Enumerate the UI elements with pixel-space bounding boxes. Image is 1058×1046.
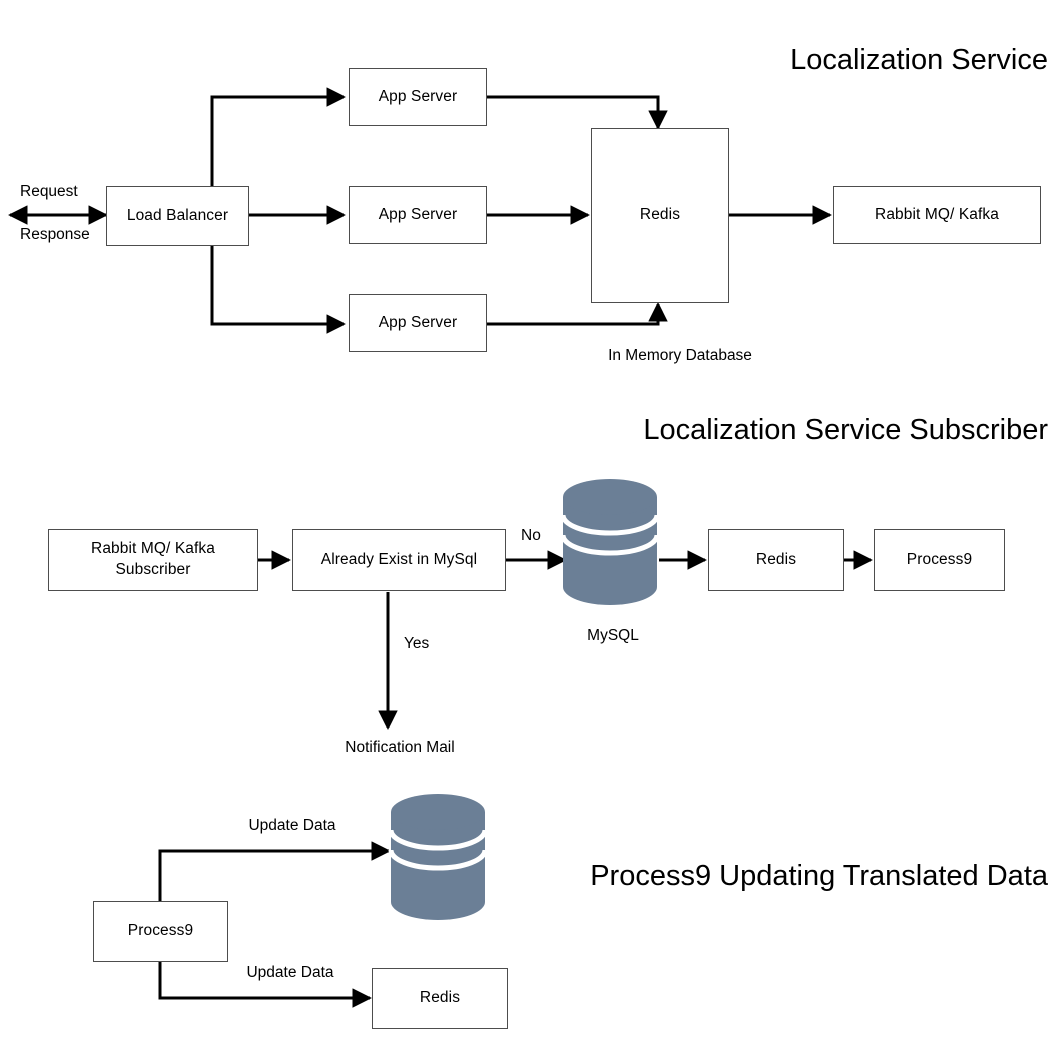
database-cylinder-mysql-label: MySQL [587, 627, 639, 644]
node-redis-cache[interactable]: Redis [591, 128, 729, 303]
annotation-in-memory-database: In Memory Database [608, 347, 752, 364]
node-app-server-1[interactable]: App Server [349, 68, 487, 126]
section-title-localization-service-subscriber: Localization Service Subscriber [643, 414, 1048, 446]
edge-appserver1-to-redis [487, 95, 668, 130]
node-update-redis-label: Redis [419, 989, 461, 1007]
node-subscriber-process9-label: Process9 [906, 550, 973, 568]
edge-label-no: No [521, 527, 541, 544]
edge-label-yes: Yes [404, 635, 430, 652]
node-rabbitmq-kafka-subscriber-label-line1: Rabbit MQ/ Kafka [91, 540, 215, 558]
database-cylinder-mysql-update-shape [388, 794, 488, 920]
node-update-process9-label: Process9 [127, 922, 194, 940]
node-load-balancer[interactable]: Load Balancer [106, 186, 249, 246]
node-subscriber-redis[interactable]: Redis [708, 529, 844, 591]
node-app-server-3[interactable]: App Server [349, 294, 487, 352]
node-app-server-2[interactable]: App Server [349, 186, 487, 244]
node-app-server-2-label: App Server [378, 205, 458, 223]
annotation-notification-mail: Notification Mail [345, 739, 455, 756]
node-rabbitmq-kafka-label: Rabbit MQ/ Kafka [875, 205, 999, 223]
node-rabbitmq-kafka-subscriber[interactable]: Rabbit MQ/ Kafka Subscriber [48, 529, 258, 591]
diagram-canvas: Localization Service Request Response Lo… [0, 0, 1058, 1046]
database-cylinder-mysql-update [387, 792, 489, 922]
database-cylinder-mysql [559, 477, 661, 607]
edge-label-update-data-top: Update Data [248, 817, 336, 834]
edge-lb-to-appserver3 [210, 245, 346, 334]
node-update-process9[interactable]: Process9 [93, 901, 228, 962]
database-cylinder-mysql-shape [560, 479, 660, 605]
edge-appserver3-to-redis [487, 302, 668, 326]
edge-label-request: Request [20, 183, 78, 200]
edge-process9-to-mysql [158, 841, 391, 901]
node-rabbitmq-kafka[interactable]: Rabbit MQ/ Kafka [833, 186, 1041, 244]
section-title-process9-updating-translated-data: Process9 Updating Translated Data [590, 860, 1048, 892]
node-app-server-3-label: App Server [378, 313, 458, 331]
node-load-balancer-label: Load Balancer [126, 206, 229, 224]
section-title-localization-service: Localization Service [790, 44, 1048, 76]
edge-label-update-data-bottom: Update Data [246, 964, 334, 981]
edge-label-response: Response [20, 226, 90, 243]
node-update-redis[interactable]: Redis [372, 968, 508, 1029]
node-subscriber-redis-label: Redis [755, 550, 797, 568]
node-redis-cache-label: Redis [639, 206, 681, 224]
edge-lb-to-appserver1 [210, 87, 346, 186]
node-rabbitmq-kafka-subscriber-label-line2: Subscriber [115, 561, 191, 578]
node-already-exist-in-mysql[interactable]: Already Exist in MySql [292, 529, 506, 591]
node-already-exist-in-mysql-label: Already Exist in MySql [320, 550, 478, 568]
node-app-server-1-label: App Server [378, 87, 458, 105]
node-subscriber-process9[interactable]: Process9 [874, 529, 1005, 591]
